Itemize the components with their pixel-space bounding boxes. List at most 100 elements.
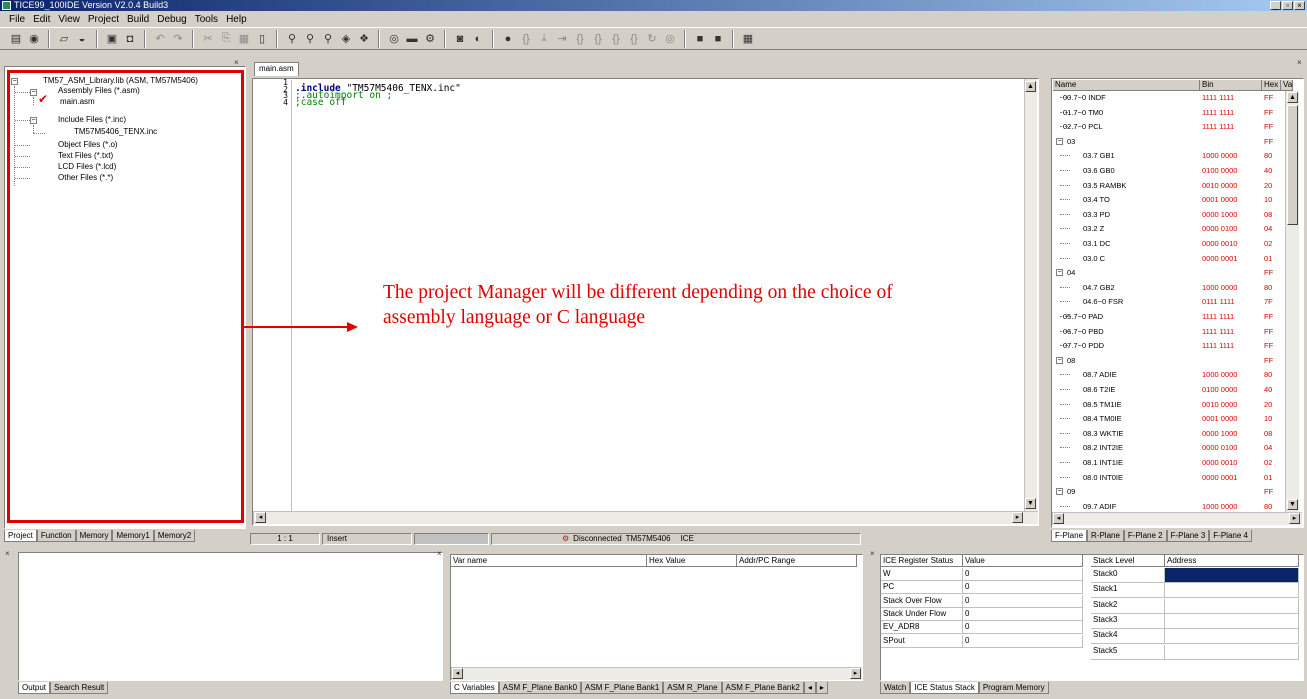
ice-row[interactable]: W0 [881,568,1083,581]
tab-r-plane[interactable]: R-Plane [1087,530,1124,542]
stop-icon[interactable]: ◎ [662,31,678,47]
compile-icon[interactable]: ◎ [386,31,402,47]
tab-f-plane-2[interactable]: F-Plane 2 [1123,530,1167,542]
col-stack-address[interactable]: Address [1165,555,1299,567]
register-row[interactable]: 03.1 DC 0000 0010 02 [1053,238,1283,249]
register-row[interactable]: 08.7 ADIE 1000 0000 80 [1053,369,1283,380]
tab-memory[interactable]: Memory [75,530,113,542]
tab-f-plane-4[interactable]: F-Plane 4 [1209,530,1252,542]
rebuild-icon[interactable]: ⚙ [422,31,438,47]
menu-view[interactable]: View [54,14,84,25]
register-row[interactable]: 08.3 WKTIE 0000 1000 08 [1053,428,1283,439]
scroll-up-icon[interactable]: ▲ [1025,81,1036,92]
code-area[interactable]: .include "TM57M5406_TENX.inc" ;.autoimpor… [295,84,461,108]
new-project-icon[interactable]: ▤ [8,31,24,47]
run-to-cursor-icon[interactable]: ⤓ [536,31,552,47]
register-hscrollbar[interactable]: ◂ ▸ [1052,512,1302,525]
tab-c-variables[interactable]: C Variables [450,682,499,694]
register-row[interactable]: 04.7 GB2 1000 0000 80 [1053,282,1283,293]
open-project-icon[interactable]: ◉ [26,31,42,47]
register-row[interactable]: 03.4 TO 0001 0000 10 [1053,194,1283,205]
tab-f-plane[interactable]: F-Plane [1051,530,1088,542]
download-icon[interactable]: ◙ [452,31,468,47]
register-close-icon[interactable]: × [1297,58,1302,67]
col-var-name[interactable]: Var name [451,555,647,567]
undo-icon[interactable]: ↶ [152,31,168,47]
tab-asm-r-plane[interactable]: ASM R_Plane [663,682,722,694]
register-row[interactable]: −04 FF [1053,267,1283,278]
cut-icon[interactable]: ✂ [200,31,216,47]
menu-tools[interactable]: Tools [191,14,222,25]
register-row[interactable]: 08.6 T2IE 0100 0000 40 [1053,384,1283,395]
output-close-icon[interactable]: × [5,549,10,558]
cvars-close-icon[interactable]: × [437,549,442,558]
tab-ice-status-stack[interactable]: ICE Status Stack [910,682,979,694]
find-icon[interactable]: ⚲ [284,31,300,47]
scroll-thumb[interactable] [1287,105,1298,225]
step-out-icon[interactable]: {} [572,31,588,47]
ice-row[interactable]: SPout 0 [881,634,1083,648]
scroll-right-icon[interactable]: ▸ [1012,512,1023,523]
register-row[interactable]: 06.7~0 PBD 1111 1111 FF [1053,326,1283,337]
col-stack-level[interactable]: Stack Level [1091,555,1165,567]
tab-search-result[interactable]: Search Result [50,682,109,694]
close-button[interactable]: × [1294,1,1305,10]
scroll-down-icon[interactable]: ▼ [1287,499,1298,510]
col-ice-register[interactable]: ICE Register Status [881,555,963,567]
tab-memory1[interactable]: Memory1 [112,530,154,542]
register-vscrollbar[interactable]: ▲ ▼ [1285,91,1299,512]
stack-row[interactable]: Stack4 [1091,629,1299,645]
editor-vscrollbar[interactable]: ▲ ▼ [1024,79,1037,511]
stack-row[interactable]: Stack5 [1091,644,1299,660]
tabs-next-icon[interactable]: ▸ [815,682,828,694]
tab-project[interactable]: Project [4,530,37,542]
collapse-icon[interactable]: − [1056,269,1063,277]
scroll-down-icon[interactable]: ▼ [1025,498,1036,509]
stack-row[interactable]: Stack1 [1091,583,1299,599]
register-row[interactable]: 03.3 PD 0000 1000 08 [1053,209,1283,220]
tab-asm-f-bank2[interactable]: ASM F_Plane Bank2 [721,682,804,694]
tab-memory2[interactable]: Memory2 [153,530,196,542]
register-row[interactable]: 05.7~0 PAD 1111 1111 FF [1053,311,1283,322]
register-row[interactable]: 04.6~0 FSR 0111 1111 7F [1053,296,1283,307]
ice-close-icon[interactable]: × [870,549,875,558]
register-row[interactable]: 09.7 ADIF 1000 0000 80 [1053,501,1283,512]
register-row[interactable]: 03.5 RAMBK 0010 0000 20 [1053,180,1283,191]
scroll-left-icon[interactable]: ◂ [452,668,463,679]
editor-tab[interactable]: main.asm [254,62,299,76]
stack-row[interactable]: Stack3 [1091,613,1299,629]
menu-help[interactable]: Help [222,14,251,25]
register-row[interactable]: 03.0 C 0000 0001 01 [1053,253,1283,264]
register-row[interactable]: 08.2 INT2IE 0000 0100 04 [1053,442,1283,453]
collapse-icon[interactable]: − [1056,356,1063,364]
stack-row[interactable]: Stack2 [1091,598,1299,614]
editor-hscrollbar[interactable]: ◂ ▸ [253,511,1038,524]
open-file-icon[interactable]: ▱ [56,31,72,47]
run-icon[interactable]: ● [500,31,516,47]
col-name[interactable]: Name [1053,80,1200,91]
stack-row[interactable]: Stack0 [1091,568,1299,583]
register-row[interactable]: 03.6 GB0 0100 0000 40 [1053,165,1283,176]
close-file-icon[interactable]: ◒ [74,31,90,47]
ice-row[interactable]: EV_ADR8 0 [881,621,1083,635]
step-instr-icon[interactable]: {} [590,31,606,47]
tab-f-plane-3[interactable]: F-Plane 3 [1166,530,1210,542]
tab-output[interactable]: Output [18,682,51,694]
register-row[interactable]: 03.7 GB1 1000 0000 80 [1053,150,1283,161]
register-row[interactable]: 01.7~0 TM0 1111 1111 FF [1053,107,1283,118]
register-row[interactable]: 08.5 TM1IE 0010 0000 20 [1053,399,1283,410]
col-hex[interactable]: Hex [1262,80,1281,91]
ice-row[interactable]: PC 0 [881,581,1083,595]
register-row[interactable]: −09 FF [1053,486,1283,497]
col-ice-value[interactable]: Value [963,555,1083,567]
find-next-icon[interactable]: ⚲ [302,31,318,47]
find-in-files-icon[interactable]: ◈ [338,31,354,47]
scroll-left-icon[interactable]: ◂ [1053,513,1064,524]
register-row[interactable]: −03 FF [1053,136,1283,147]
register-row[interactable]: −08 FF [1053,355,1283,366]
register-row[interactable]: 08.4 TM0IE 0001 0000 10 [1053,413,1283,424]
menu-project[interactable]: Project [84,14,123,25]
paste-icon[interactable]: ▦ [236,31,252,47]
register-row[interactable]: 03.2 Z 0000 0100 04 [1053,223,1283,234]
delete-icon[interactable]: ▯ [254,31,270,47]
